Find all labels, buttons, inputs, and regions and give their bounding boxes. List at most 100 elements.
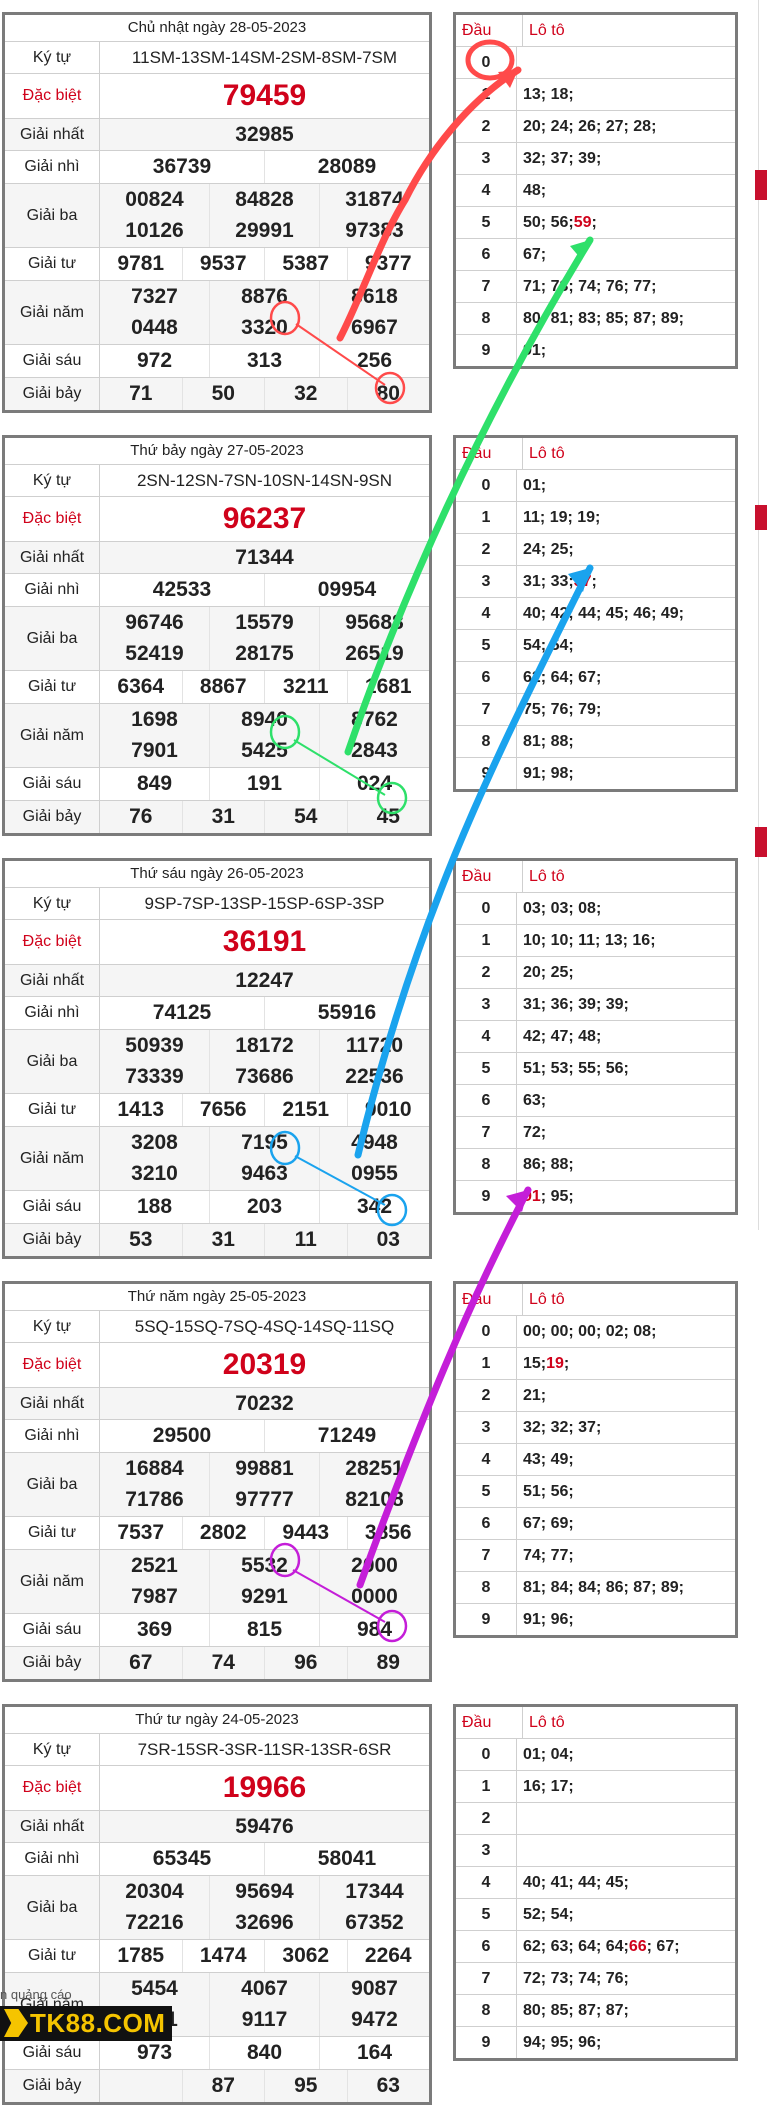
prize-number: 32 [264,378,347,410]
loto-values: 52; 54; [517,1899,735,1930]
dau-digit: 6 [456,239,517,270]
prize-label: Ký tự [5,1311,100,1342]
loto-row: 9 91; 98; [456,758,735,789]
dau-digit: 5 [456,207,517,238]
draw-block: Thứ tư ngày 24-05-2023 Ký tự 7SR-15SR-3SR-… [0,1692,767,2105]
prize-number [100,2070,182,2102]
loto-row: 8 81; 88; [456,726,735,758]
prize-number: 50939 [125,1033,184,1057]
loto-values: 51; 56; [517,1476,735,1507]
prize-number: 97777 [209,1484,319,1516]
prize-values: 36191 [100,920,429,964]
loto-row: 9 94; 95; 96; [456,2027,735,2058]
prize-label: Đặc biệt [5,920,100,964]
prize-label: Giải bảy [5,1647,100,1679]
prize-label: Giải sáu [5,2037,100,2069]
dau-digit: 5 [456,1476,517,1507]
prize-label: Ký tự [5,465,100,496]
draw-date-title: Thứ năm ngày 25-05-2023 [5,1284,429,1311]
prize-number: 1474 [181,1940,265,1972]
prize-number: 72216 [125,1911,184,1935]
prize-number: 59476 [235,1814,294,1838]
prize-number: 32696 [209,1907,319,1939]
loto-row: 7 71; 73; 74; 76; 77; [456,271,735,303]
prize-number: 52419 [125,642,184,666]
prize-number: 15579 [209,607,319,639]
dau-digit: 3 [456,566,517,597]
prize-line: 1785 1474 3062 2264 [100,1940,429,1972]
dau-digit: 3 [456,1835,517,1866]
loto-highlight: 37 [573,572,592,590]
prize-number: 8940 [209,704,319,736]
prize-row: Giải tư 1785 1474 3062 2264 [5,1940,429,1973]
prize-line: 9SP-7SP-13SP-15SP-6SP-3SP [100,888,429,919]
prize-line: 369 815 984 [100,1614,429,1646]
loto-values: 40; 42; 44; 45; 46; 49; [517,598,735,629]
prize-number: 815 [209,1614,319,1646]
prize-number: 97383 [319,215,429,247]
prize-values: 3208 7195 4948 3210 9463 0955 [100,1127,429,1190]
tk88-logo[interactable]: TK88.COM [0,2006,172,2041]
prize-values: 76 31 54 45 [100,801,429,833]
prize-number: 28251 [319,1453,429,1485]
prize-values: 12247 [100,965,429,996]
prize-line: 72216 32696 67352 [100,1907,429,1939]
prize-label: Giải nhất [5,119,100,150]
loto-values: 03; 03; 08; [517,893,735,924]
loto-values: 75; 76; 79; [517,694,735,725]
prize-number: 17344 [319,1876,429,1908]
prize-number: 0955 [319,1158,429,1190]
prize-values: 96746 15579 95688 52419 28175 26519 [100,607,429,670]
prize-number: 3320 [209,312,319,344]
loto-highlight: 66 [628,1937,647,1955]
logo-mark-icon [4,2009,28,2037]
loto-row: 0 01; [456,470,735,502]
dau-digit: 1 [456,79,517,110]
prize-label: Đặc biệt [5,1343,100,1387]
prize-label: Giải tư [5,1094,100,1126]
prize-label: Giải ba [5,607,100,670]
loto-text: ; [591,213,597,231]
prize-number: 7537 [117,1521,165,1544]
prize-number: 1785 [117,1944,165,1967]
draw-date-title: Thứ bảy ngày 27-05-2023 [5,438,429,465]
dau-digit: 1 [456,1348,517,1379]
loto-row: 6 62; 64; 67; [456,662,735,694]
loto-row: 1 11; 19; 19; [456,502,735,534]
prize-line: 188 203 342 [100,1191,429,1223]
prize-label: Giải bảy [5,378,100,410]
prize-number: 4948 [319,1127,429,1159]
loto-text: 63; [523,1091,547,1109]
loto-text: 71; 73; 74; 76; 77; [523,277,657,295]
prize-row: Giải nhì 36739 28089 [5,151,429,184]
dau-digit: 9 [456,2027,517,2058]
prize-row: Giải nhất 32985 [5,119,429,151]
logo-text: TK88.COM [30,2008,166,2038]
dau-digit: 3 [456,143,517,174]
prize-number: 76 [129,805,153,828]
prize-row: Ký tự 11SM-13SM-14SM-2SM-8SM-7SM [5,42,429,74]
prize-line: 79459 [100,74,429,118]
prize-number: 50 [181,378,265,410]
prize-number: 342 [319,1191,429,1223]
loto-table: Đầu Lô tô 0 01; 04; 1 16; 17; 2 3 4 40; 41; 44; 4… [453,1704,738,2061]
prize-row: Giải tư 9781 9537 5387 9377 [5,248,429,281]
loto-text: 20; 25; [523,963,574,981]
prize-number: 20304 [125,1879,184,1903]
loto-values: 91; 95; [517,1181,735,1212]
prize-row: Giải nhì 74125 55916 [5,997,429,1030]
prize-number: 99881 [209,1453,319,1485]
loto-highlight: 91 [523,1187,541,1205]
loto-values: 72; [517,1117,735,1148]
prize-row: Giải nhì 29500 71249 [5,1420,429,1453]
prize-row: Giải sáu 849 191 024 [5,768,429,801]
loto-text: 91; 96; [523,1610,574,1628]
prize-values: 32985 [100,119,429,150]
prize-line: 12247 [100,965,429,996]
prize-number: 984 [319,1614,429,1646]
loto-text: 62; 64; 67; [523,668,602,686]
prize-label: Giải nhất [5,965,100,996]
loto-row: 5 54; 54; [456,630,735,662]
loto-row: 4 40; 41; 44; 45; [456,1867,735,1899]
prize-number: 29500 [152,1424,212,1447]
